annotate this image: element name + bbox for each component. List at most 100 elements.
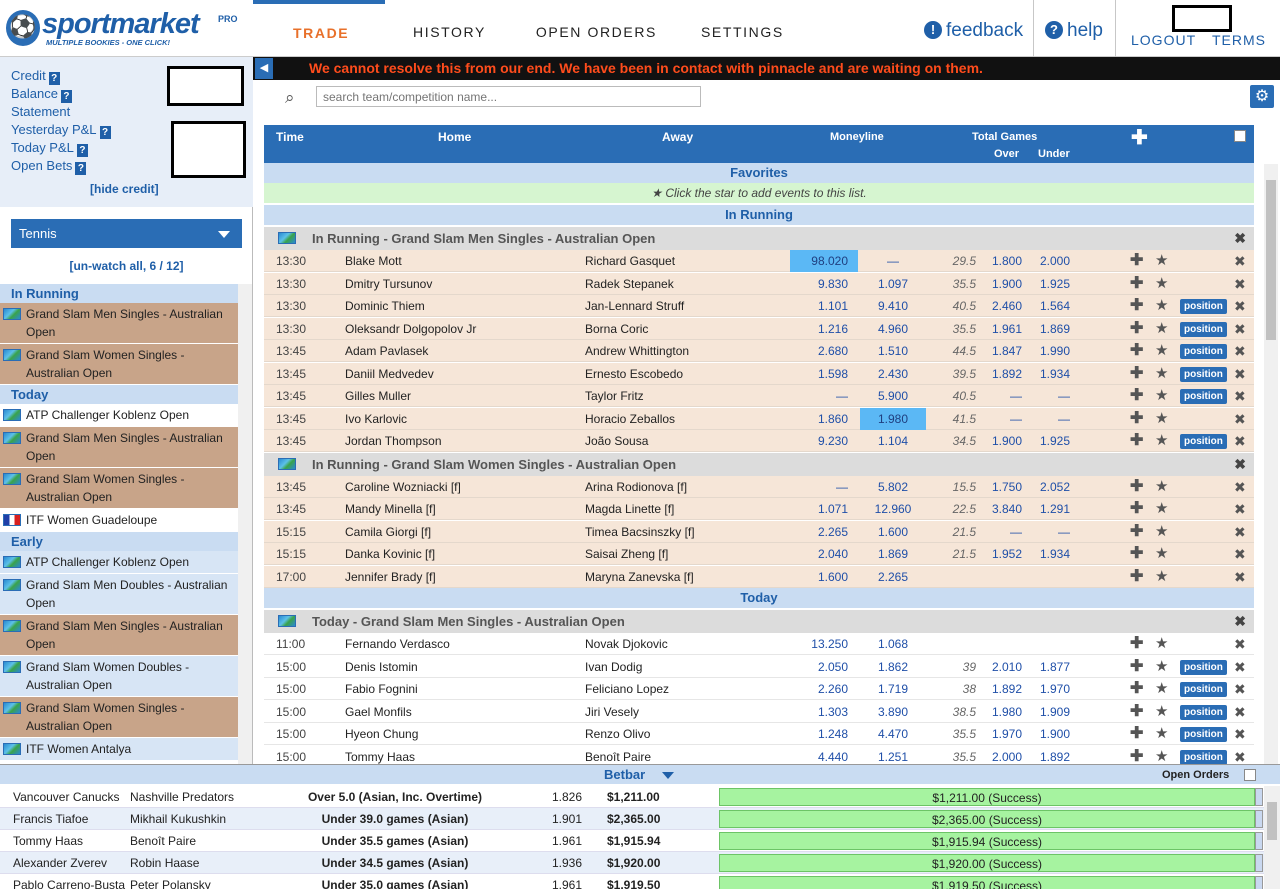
under-odds[interactable]: 1.925 (1030, 273, 1070, 295)
add-icon[interactable]: ✚ (1130, 273, 1143, 295)
help-icon[interactable]: ? (75, 162, 87, 175)
moneyline-home-odds[interactable]: 2.040 (790, 543, 858, 565)
position-button[interactable]: position (1180, 344, 1227, 359)
add-icon[interactable]: ✚ (1130, 566, 1143, 588)
logout-link[interactable]: LOGOUT (1131, 0, 1196, 57)
moneyline-away-odds[interactable]: 2.430 (860, 363, 926, 385)
close-icon[interactable]: ✖ (1234, 250, 1246, 272)
moneyline-home-odds[interactable]: 2.260 (790, 678, 858, 700)
moneyline-away-odds[interactable]: 1.600 (860, 521, 926, 543)
sidebar-competition-item[interactable]: Grand Slam Women Singles - Australian Op… (0, 468, 238, 509)
close-icon[interactable]: ✖ (1234, 363, 1246, 385)
moneyline-away-odds[interactable]: 1.719 (860, 678, 926, 700)
moneyline-home-odds[interactable]: 1.216 (790, 318, 858, 340)
close-icon[interactable]: ✖ (1234, 656, 1246, 678)
moneyline-home-odds[interactable]: 1.860 (790, 408, 858, 430)
moneyline-away-odds[interactable]: 9.410 (860, 295, 926, 317)
close-icon[interactable]: ✖ (1234, 453, 1246, 476)
star-icon[interactable]: ★ (1155, 273, 1168, 295)
today-pl-link[interactable]: Today P&L? (11, 140, 88, 157)
moneyline-home-odds[interactable]: — (790, 476, 858, 498)
under-odds[interactable]: 1.934 (1030, 363, 1070, 385)
add-icon[interactable]: ✚ (1130, 318, 1143, 340)
scroll-thumb[interactable] (1267, 802, 1277, 840)
collapse-sidebar-button[interactable]: ◀ (255, 58, 273, 79)
credit-link[interactable]: Credit? (11, 68, 60, 85)
add-icon[interactable]: ✚ (1130, 701, 1143, 723)
moneyline-home-odds[interactable]: — (790, 385, 858, 407)
star-icon[interactable]: ★ (1155, 746, 1168, 765)
add-icon[interactable]: ✚ (1130, 430, 1143, 452)
favorites-band[interactable]: Favorites (264, 163, 1254, 183)
moneyline-away-odds[interactable]: 1.104 (860, 430, 926, 452)
gear-icon[interactable]: ⚙ (1250, 85, 1274, 108)
close-icon[interactable]: ✖ (1234, 227, 1246, 250)
help-icon[interactable]: ? (76, 144, 88, 157)
under-odds[interactable]: 1.909 (1030, 701, 1070, 723)
moneyline-home-odds[interactable]: 1.598 (790, 363, 858, 385)
position-button[interactable]: position (1180, 299, 1227, 314)
moneyline-away-odds[interactable]: 1.869 (860, 543, 926, 565)
col-home[interactable]: Home (438, 130, 471, 144)
over-odds[interactable]: 1.980 (982, 701, 1022, 723)
position-button[interactable]: position (1180, 321, 1227, 337)
sidebar-competition-item[interactable]: Grand Slam Men Singles - Australian Open (0, 427, 238, 468)
over-odds[interactable]: 1.952 (982, 543, 1022, 565)
add-icon[interactable]: ✚ (1130, 633, 1143, 655)
under-odds[interactable]: 2.052 (1030, 476, 1070, 498)
under-odds[interactable]: — (1030, 408, 1070, 430)
moneyline-home-odds[interactable]: 98.020 (790, 250, 858, 272)
close-icon[interactable]: ✖ (1234, 746, 1246, 765)
position-button[interactable]: position (1180, 727, 1227, 742)
position-button[interactable]: position (1180, 389, 1227, 404)
add-icon[interactable]: ✚ (1130, 498, 1143, 520)
sidebar-section-header[interactable]: In Running (0, 284, 238, 303)
star-icon[interactable]: ★ (1155, 678, 1168, 700)
add-icon[interactable]: ✚ (1130, 678, 1143, 700)
sidebar-competition-item[interactable]: Grand Slam Women Doubles - Australian Op… (0, 656, 238, 697)
moneyline-away-odds[interactable]: 4.960 (860, 318, 926, 340)
section-band[interactable]: In Running (264, 205, 1254, 225)
help-icon[interactable]: ? (48, 72, 60, 85)
close-icon[interactable]: ✖ (1234, 610, 1246, 633)
over-odds[interactable]: 1.892 (982, 678, 1022, 700)
sidebar-competition-item[interactable]: ITF Women Guadeloupe (0, 509, 238, 532)
position-button[interactable]: position (1180, 659, 1227, 675)
terms-link[interactable]: TERMS (1212, 0, 1266, 57)
position-button[interactable]: position (1180, 682, 1227, 697)
star-icon[interactable]: ★ (1155, 543, 1168, 565)
star-icon[interactable]: ★ (1155, 363, 1168, 385)
over-odds[interactable]: 1.900 (982, 273, 1022, 295)
position-button[interactable]: position (1180, 366, 1227, 382)
under-odds[interactable]: 1.925 (1030, 430, 1070, 452)
over-odds[interactable]: 1.800 (982, 250, 1022, 272)
unwatch-all-link[interactable]: [un-watch all, 6 / 12] (0, 259, 253, 273)
close-icon[interactable]: ✖ (1234, 408, 1246, 430)
sidebar-competition-item[interactable]: Grand Slam Women Singles - Australian Op… (0, 697, 238, 738)
betbar-scrollbar[interactable] (1264, 786, 1280, 889)
tab-settings[interactable]: SETTINGS (679, 0, 806, 57)
sidebar-section-header[interactable]: Early (0, 532, 238, 551)
over-odds[interactable]: — (982, 408, 1022, 430)
moneyline-home-odds[interactable]: 2.050 (790, 656, 858, 678)
over-odds[interactable]: 3.840 (982, 498, 1022, 520)
tab-history[interactable]: HISTORY (385, 0, 514, 57)
add-icon[interactable]: ✚ (1130, 476, 1143, 498)
close-icon[interactable]: ✖ (1234, 723, 1246, 745)
over-odds[interactable]: — (982, 521, 1022, 543)
sport-select[interactable]: Tennis (11, 219, 242, 248)
under-odds[interactable]: 1.291 (1030, 498, 1070, 520)
add-icon[interactable]: ✚ (1131, 125, 1148, 150)
moneyline-away-odds[interactable]: 2.265 (860, 566, 926, 588)
close-icon[interactable]: ✖ (1234, 678, 1246, 700)
star-icon[interactable]: ★ (1155, 385, 1168, 407)
sidebar-scrollbar[interactable] (238, 284, 252, 765)
help-icon[interactable]: ? (60, 90, 72, 103)
moneyline-home-odds[interactable]: 1.071 (790, 498, 858, 520)
statement-link[interactable]: Statement (11, 104, 70, 119)
moneyline-home-odds[interactable]: 2.265 (790, 521, 858, 543)
moneyline-away-odds[interactable]: 1.862 (860, 656, 926, 678)
moneyline-away-odds[interactable]: — (860, 250, 926, 272)
moneyline-away-odds[interactable]: 1.510 (860, 340, 926, 362)
tab-open-orders[interactable]: OPEN ORDERS (514, 0, 679, 57)
